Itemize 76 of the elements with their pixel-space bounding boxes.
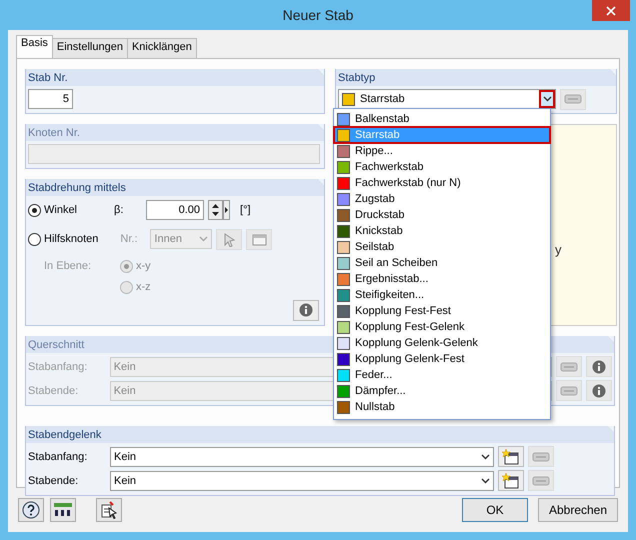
dropdown-option[interactable]: Rippe... [334,143,550,159]
chevron-icon [481,478,490,484]
edit-icon [564,93,582,105]
type-combo[interactable]: Starrstab [338,89,556,109]
dropdown-option[interactable]: Seil an Scheiben [334,255,550,271]
dropdown-option[interactable]: Kopplung Fest-Gelenk [334,319,550,335]
info-icon [592,384,606,398]
tab[interactable]: Einstellungen [52,38,128,58]
select-button[interactable] [96,498,122,522]
cursor-icon [222,231,236,247]
units-button[interactable] [50,498,76,522]
field-label: Stabanfang: [28,450,88,462]
number-field[interactable]: 5 [28,89,73,109]
info-button[interactable] [586,356,612,377]
help-icon [22,501,40,519]
tab[interactable]: Knicklängen [126,38,197,58]
edit-icon [560,360,578,372]
dropdown-option[interactable]: Seilstab [334,239,550,255]
radio-button[interactable]: Hilfsknoten [28,232,98,246]
edit-icon [560,384,578,396]
chevron-icon [481,454,490,460]
tab[interactable]: Basis [16,35,53,58]
window-title: Neuer Stab [282,7,354,23]
hinge-select[interactable]: Kein [110,446,494,466]
section-title: Stabtyp [338,72,376,84]
nr-label: Nr.: [120,233,139,245]
dropdown-option[interactable]: Kopplung Fest-Fest [334,303,550,319]
hinge-select[interactable]: Kein [110,470,494,490]
new-node-button[interactable] [246,228,272,250]
new-window-icon [502,472,520,490]
section-title: Querschnitt [28,338,84,350]
pick-button[interactable] [216,228,242,250]
dropdown-option[interactable]: Ergebnisstab... [334,271,550,287]
field-label: Stabanfang: [28,360,88,372]
info-icon [299,303,313,317]
info-button[interactable] [293,300,319,320]
section-title: Stabdrehung mittels [28,182,126,194]
field-label: Stabende: [28,474,80,486]
dropdown-option[interactable]: Fachwerkstab (nur N) [334,175,550,191]
unit-label: [°] [240,204,251,216]
ruler-icon [53,501,73,519]
dropdown-option[interactable]: Steifigkeiten... [334,287,550,303]
chevron-icon [199,236,208,242]
dropdown-option[interactable]: Balkenstab [334,111,550,127]
close-icon [606,6,616,16]
info-icon [592,360,606,374]
axis-label: y [555,242,562,257]
dropdown-button[interactable] [539,90,555,108]
field-label: Stabende: [28,384,80,396]
radio-button[interactable]: Winkel [28,204,78,216]
pick-document-icon [100,501,118,519]
section-title: Knoten Nr. [28,126,80,138]
spinner-icon [208,200,230,220]
beta-label: β: [114,204,124,216]
dropdown-option[interactable]: Druckstab [334,207,550,223]
dropdown-option[interactable]: Kopplung Gelenk-Gelenk [334,335,550,351]
edit-icon [532,474,550,486]
dropdown-option[interactable]: Dämpfer... [334,383,550,399]
chevron-icon [542,96,552,102]
edit-icon [532,450,550,462]
info-button[interactable] [586,380,612,401]
dropdown-option[interactable]: Knickstab [334,223,550,239]
new-window-icon [502,448,520,466]
plane-label: In Ebene: [44,260,92,272]
close-button[interactable] [592,0,630,21]
dropdown-option[interactable]: Zugstab [334,191,550,207]
dropdown-option[interactable]: Nullstab [334,399,550,415]
new-button[interactable] [498,446,524,467]
dialog-button[interactable]: Abbrechen [538,498,618,522]
angle-field[interactable]: 0.00 [146,200,204,220]
help-button[interactable] [18,498,44,522]
new-button[interactable] [498,470,524,491]
dialog-button[interactable]: OK [462,498,528,522]
section-title: Stabendgelenk [28,428,102,440]
dropdown-option[interactable]: Fachwerkstab [334,159,550,175]
section-title: Stab Nr. [28,72,68,84]
